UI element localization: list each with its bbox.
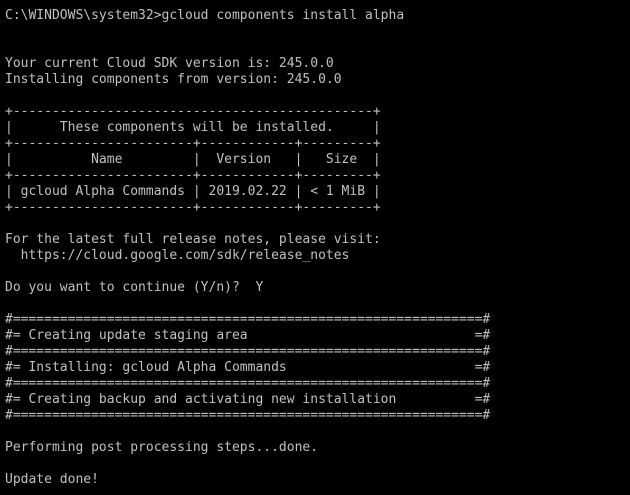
table-border: +-----------------------+------------+--… <box>5 168 381 183</box>
progress-border: #=======================================… <box>5 312 491 327</box>
terminal-output[interactable]: C:\WINDOWS\system32>gcloud components in… <box>5 8 627 492</box>
progress-step: #= Creating update staging area =# <box>5 328 491 343</box>
continue-prompt: Do you want to continue (Y/n)? Y <box>5 280 264 295</box>
table-header-row: | Name | Version | Size | <box>5 152 381 167</box>
release-notes-line: For the latest full release notes, pleas… <box>5 232 381 247</box>
current-version-line: Your current Cloud SDK version is: 245.0… <box>5 56 334 71</box>
table-border: +---------------------------------------… <box>5 104 381 119</box>
progress-step: #= Installing: gcloud Alpha Commands =# <box>5 360 491 375</box>
post-processing-line: Performing post processing steps...done. <box>5 440 319 455</box>
update-done-line: Update done! <box>5 472 99 487</box>
progress-step: #= Creating backup and activating new in… <box>5 392 491 407</box>
table-border: +-----------------------+------------+--… <box>5 200 381 215</box>
table-caption: | These components will be installed. | <box>5 120 381 135</box>
command-line: C:\WINDOWS\system32>gcloud components in… <box>5 8 405 23</box>
table-border: +-----------------------+------------+--… <box>5 136 381 151</box>
progress-border: #=======================================… <box>5 376 491 391</box>
progress-border: #=======================================… <box>5 408 491 423</box>
installing-version-line: Installing components from version: 245.… <box>5 72 342 87</box>
table-row: | gcloud Alpha Commands | 2019.02.22 | <… <box>5 184 381 199</box>
progress-border: #=======================================… <box>5 344 491 359</box>
release-notes-url: https://cloud.google.com/sdk/release_not… <box>5 248 350 263</box>
